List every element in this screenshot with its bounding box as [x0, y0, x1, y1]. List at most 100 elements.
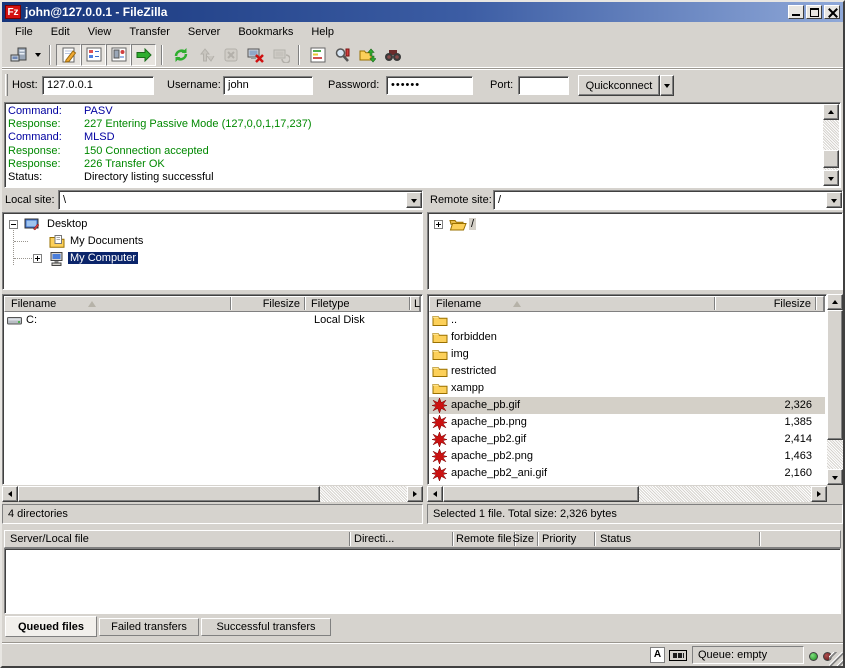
local-site-combo[interactable]: \ — [58, 190, 423, 210]
remote-file-row-selected[interactable]: apache_pb.gif 2,326 — [429, 397, 825, 414]
toolbar-grip[interactable] — [5, 74, 8, 96]
quickconnect-button[interactable]: Quickconnect — [578, 75, 660, 96]
local-site-dropdown[interactable] — [406, 192, 422, 208]
column-header-filesize[interactable]: Filesize — [234, 298, 300, 310]
reconnect-button[interactable] — [268, 44, 293, 66]
apache-file-icon — [432, 432, 447, 447]
title-bar[interactable]: Fz john@127.0.0.1 - FileZilla — [2, 2, 843, 22]
collapse-icon[interactable] — [9, 220, 18, 229]
remote-tree-toggle-button[interactable] — [106, 44, 131, 66]
column-divider[interactable] — [759, 532, 761, 546]
remote-hscrollbar[interactable] — [427, 486, 827, 502]
remote-file-row[interactable]: forbidden — [429, 329, 825, 346]
column-header-filename[interactable]: Filename — [436, 298, 481, 310]
menu-transfer[interactable]: Transfer — [120, 23, 179, 41]
menu-view[interactable]: View — [79, 23, 121, 41]
host-input[interactable]: 127.0.0.1 — [42, 76, 154, 95]
remote-site-dropdown[interactable] — [826, 192, 842, 208]
cancel-button[interactable] — [218, 44, 243, 66]
menu-server[interactable]: Server — [179, 23, 229, 41]
password-input[interactable]: •••••• — [386, 76, 473, 95]
column-divider[interactable] — [409, 297, 411, 310]
tree-item-my-computer[interactable]: My Computer — [3, 250, 422, 267]
file-size: 2,326 — [719, 399, 812, 411]
column-divider[interactable] — [349, 532, 351, 546]
column-divider[interactable] — [714, 297, 716, 310]
scrollbar-thumb[interactable] — [823, 150, 839, 168]
directory-comparison-button[interactable] — [305, 44, 330, 66]
expand-icon[interactable] — [434, 220, 443, 229]
remote-tree[interactable]: / — [427, 212, 843, 290]
tab-queued-files[interactable]: Queued files — [5, 616, 97, 637]
column-header-priority[interactable]: Priority — [542, 533, 576, 545]
menu-bookmarks[interactable]: Bookmarks — [229, 23, 302, 41]
process-queue-button[interactable] — [193, 44, 218, 66]
remote-vscrollbar[interactable] — [827, 294, 843, 485]
remote-file-row[interactable]: restricted — [429, 363, 825, 380]
column-header-status[interactable]: Status — [600, 533, 631, 545]
column-divider[interactable] — [594, 532, 596, 546]
expand-icon[interactable] — [33, 254, 42, 263]
column-header-filesize[interactable]: Filesize — [719, 298, 811, 310]
column-header-filename[interactable]: Filename — [11, 298, 56, 310]
file-search-button[interactable] — [380, 44, 405, 66]
local-tree[interactable]: Desktop My Documents — [2, 212, 423, 290]
column-header-direction[interactable]: Directi... — [354, 533, 394, 545]
transfer-type-indicator-icon[interactable]: A — [650, 647, 665, 663]
tree-item-root[interactable]: / — [428, 216, 842, 233]
column-divider[interactable] — [304, 297, 306, 310]
quickconnect-dropdown[interactable] — [660, 75, 674, 96]
tree-item-desktop[interactable]: Desktop — [3, 216, 422, 233]
scrollbar-thumb[interactable] — [443, 486, 639, 502]
local-hscrollbar[interactable] — [2, 486, 423, 502]
username-input[interactable]: john — [223, 76, 313, 95]
message-log[interactable]: Command:PASV Response:227 Entering Passi… — [4, 102, 841, 188]
indicator-badge-icon[interactable] — [669, 650, 687, 661]
username-value: john — [228, 79, 249, 91]
file-size: 1,385 — [719, 416, 812, 428]
minimize-button[interactable] — [788, 5, 804, 19]
remote-status-text: Selected 1 file. Total size: 2,326 bytes — [433, 508, 617, 520]
resize-grip[interactable] — [829, 652, 843, 666]
column-divider[interactable] — [815, 297, 817, 310]
remote-site-combo[interactable]: / — [493, 190, 843, 210]
menu-help[interactable]: Help — [302, 23, 343, 41]
log-scrollbar[interactable] — [823, 104, 839, 186]
port-input[interactable] — [518, 76, 569, 95]
filter-button[interactable] — [330, 44, 355, 66]
column-header-size[interactable]: Size — [474, 533, 534, 545]
disconnect-button[interactable] — [243, 44, 268, 66]
synchronized-browsing-button[interactable] — [355, 44, 380, 66]
column-divider[interactable] — [537, 532, 539, 546]
column-header-filetype[interactable]: Filetype — [311, 298, 350, 310]
tab-successful-transfers[interactable]: Successful transfers — [201, 618, 331, 636]
remote-file-row[interactable]: apache_pb2.gif 2,414 — [429, 431, 825, 448]
tree-item-my-documents[interactable]: My Documents — [3, 233, 422, 250]
remote-file-row[interactable]: apache_pb2.png 1,463 — [429, 448, 825, 465]
file-name: apache_pb.gif — [451, 399, 520, 411]
close-button[interactable] — [824, 5, 840, 19]
local-file-row[interactable]: C: Local Disk — [4, 312, 421, 329]
remote-file-row[interactable]: img — [429, 346, 825, 363]
scrollbar-thumb[interactable] — [827, 310, 843, 440]
column-divider[interactable] — [452, 532, 454, 546]
column-divider[interactable] — [230, 297, 232, 310]
scrollbar-thumb[interactable] — [18, 486, 320, 502]
tab-failed-transfers[interactable]: Failed transfers — [99, 618, 199, 636]
queue-toggle-button[interactable] — [131, 44, 156, 66]
local-tree-toggle-button[interactable] — [81, 44, 106, 66]
menu-file[interactable]: File — [6, 23, 42, 41]
remote-file-row[interactable]: apache_pb.png 1,385 — [429, 414, 825, 431]
maximize-button[interactable] — [806, 5, 822, 19]
refresh-button[interactable] — [168, 44, 193, 66]
remote-file-row[interactable]: xampp — [429, 380, 825, 397]
menu-edit[interactable]: Edit — [42, 23, 79, 41]
remote-file-row[interactable]: apache_pb2_ani.gif 2,160 — [429, 465, 825, 482]
message-log-toggle-button[interactable] — [56, 44, 81, 66]
column-header-modified[interactable]: L — [414, 298, 420, 310]
remote-file-row[interactable]: .. — [429, 312, 825, 329]
site-manager-dropdown[interactable] — [31, 44, 44, 66]
queue-body[interactable] — [4, 548, 841, 614]
site-manager-button[interactable] — [6, 44, 31, 66]
column-header-server-local-file[interactable]: Server/Local file — [10, 533, 89, 545]
